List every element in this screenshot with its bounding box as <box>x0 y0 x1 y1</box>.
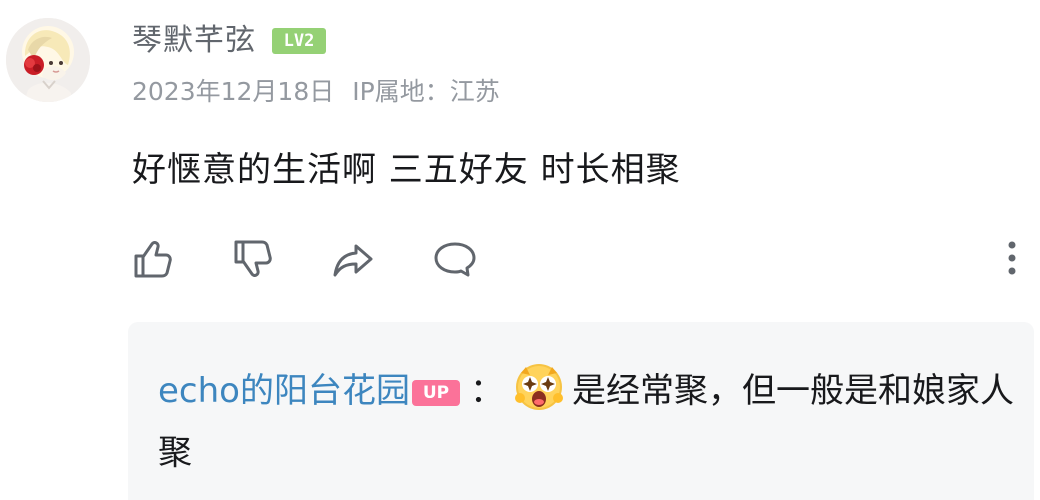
reply-author[interactable]: echo的阳台花园 <box>158 371 410 411</box>
more-vertical-icon <box>1008 241 1016 275</box>
comment-icon <box>434 242 476 277</box>
share-icon <box>333 244 373 277</box>
surprised-emoji-icon <box>512 360 566 414</box>
comment-card: 琴默芊弦 LV2 2023年12月18日 IP属地：江苏 好惬意的生活啊 三五好… <box>0 0 1040 500</box>
comment-meta: 2023年12月18日 IP属地：江苏 <box>132 72 500 108</box>
thumb-up-icon <box>134 241 172 278</box>
comment-header: 琴默芊弦 LV2 <box>132 22 326 60</box>
reply-colon: ： <box>469 371 504 411</box>
username[interactable]: 琴默芊弦 <box>132 22 256 60</box>
comment-date: 2023年12月18日 <box>132 77 335 106</box>
ip-location: IP属地：江苏 <box>352 77 500 106</box>
reply-button[interactable] <box>430 234 480 284</box>
like-button[interactable] <box>126 234 176 284</box>
more-options-button[interactable] <box>994 232 1030 284</box>
avatar-illustration <box>6 18 90 102</box>
thumb-down-icon <box>234 240 272 277</box>
user-avatar[interactable] <box>6 18 90 102</box>
up-badge: UP <box>411 380 460 406</box>
reply-preview[interactable]: echo的阳台花园 UP： 是经常聚，但一般是和娘家人聚 <box>128 322 1034 500</box>
dislike-button[interactable] <box>226 234 276 284</box>
level-badge: LV2 <box>272 28 326 54</box>
reply-content: echo的阳台花园 UP： 是经常聚，但一般是和娘家人聚 <box>158 360 1018 484</box>
share-button[interactable] <box>328 234 378 284</box>
comment-text: 好惬意的生活啊 三五好友 时长相聚 <box>132 150 681 190</box>
